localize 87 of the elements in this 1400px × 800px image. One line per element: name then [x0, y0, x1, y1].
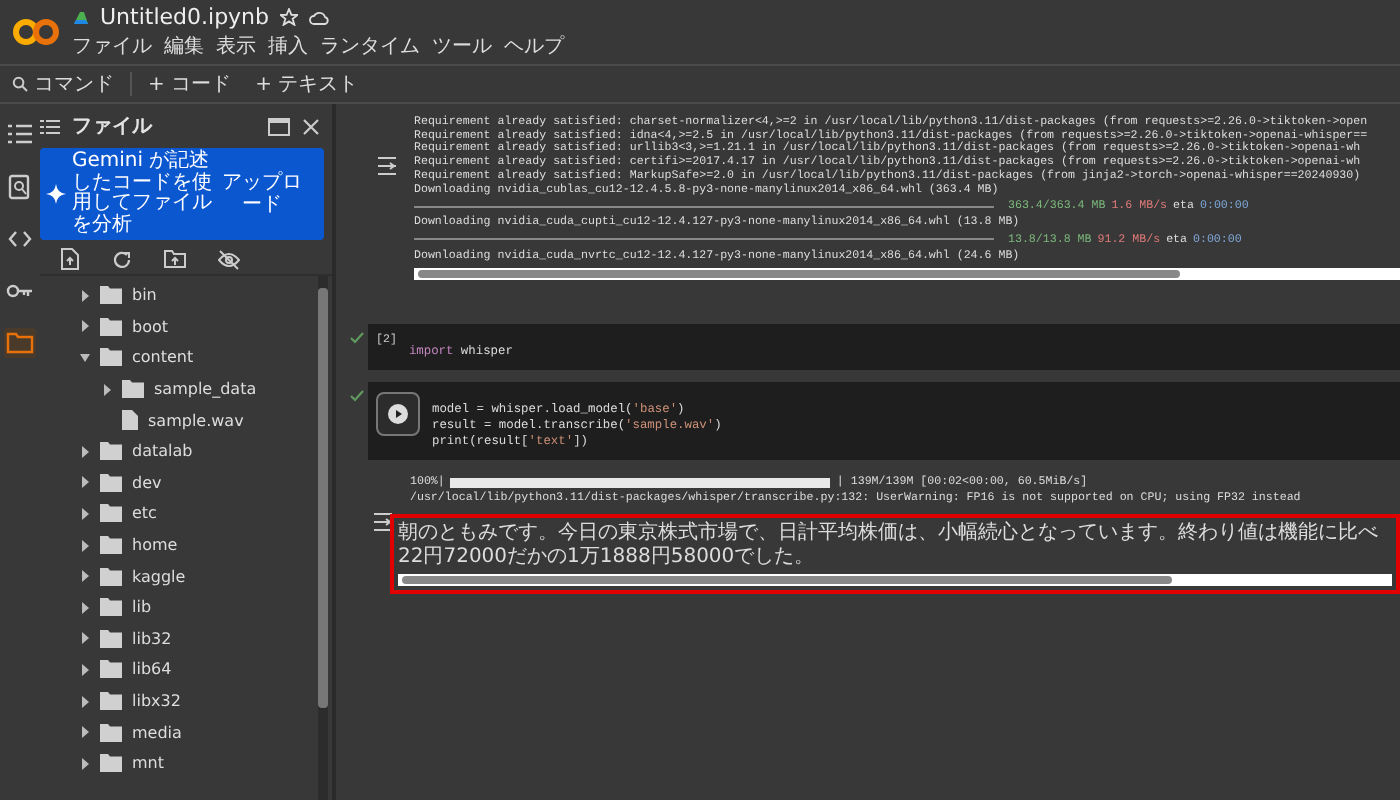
- caret-icon[interactable]: [80, 289, 90, 302]
- tree-item[interactable]: lib32: [132, 629, 172, 648]
- menu-item[interactable]: 編集: [164, 32, 204, 60]
- caret-icon[interactable]: [80, 351, 90, 364]
- tree-item[interactable]: home: [132, 536, 178, 555]
- search-icon: [12, 76, 28, 92]
- run-button[interactable]: [376, 392, 420, 436]
- upload-button[interactable]: アップロード: [222, 172, 302, 216]
- caret-icon[interactable]: [80, 726, 90, 739]
- caret-icon[interactable]: [80, 695, 90, 708]
- caret-icon[interactable]: [80, 445, 90, 458]
- tree-item[interactable]: dev: [132, 473, 162, 492]
- notebook-title[interactable]: Untitled0.ipynb: [100, 4, 270, 30]
- code-icon: [6, 226, 34, 252]
- menu-item[interactable]: ファイル: [72, 32, 152, 60]
- folder-icon: [100, 692, 122, 711]
- output-icon[interactable]: [376, 156, 398, 176]
- folder-upload-icon[interactable]: [164, 250, 186, 268]
- folder-icon: [100, 286, 122, 305]
- cloud-icon[interactable]: [307, 9, 330, 25]
- gemini-text: Gemini が記述したコードを使用してファイルを分析: [72, 152, 214, 236]
- tree-item[interactable]: media: [132, 723, 182, 742]
- menu-item[interactable]: 表示: [216, 32, 256, 60]
- close-icon[interactable]: [302, 117, 320, 135]
- drive-icon: [72, 9, 90, 25]
- list-icon: [6, 122, 34, 148]
- tree-item[interactable]: libx32: [132, 692, 181, 711]
- tree-item[interactable]: bin: [132, 286, 157, 305]
- folder-icon: [100, 567, 122, 586]
- folder-icon: [100, 629, 122, 648]
- caret-icon[interactable]: [80, 476, 90, 489]
- caret-icon[interactable]: [80, 601, 90, 614]
- add-cell-button[interactable]: + テキスト: [247, 68, 367, 100]
- transcription-text: 朝のともみです。今日の東京株式市場で、日計平均株価は、小幅続心となっています。終わり値は機能に比べ22円72000だかの1万1888円58000でした。: [398, 521, 1380, 570]
- tree-item[interactable]: sample.wav: [148, 411, 244, 430]
- sidebar-tab[interactable]: [4, 328, 36, 358]
- folder-icon: [100, 723, 122, 742]
- sparkle-icon: [46, 184, 66, 204]
- menu-item[interactable]: ヘルプ: [504, 32, 564, 60]
- file-icon: [122, 410, 138, 431]
- scrollbar[interactable]: [398, 573, 1392, 586]
- play-icon: [388, 404, 408, 424]
- tree-item[interactable]: datalab: [132, 442, 193, 461]
- folder-icon: [100, 473, 122, 492]
- menu-item[interactable]: 挿入: [268, 32, 308, 60]
- folder-icon: [100, 442, 122, 461]
- star-icon[interactable]: [279, 8, 298, 26]
- caret-icon[interactable]: [102, 383, 112, 396]
- folder-icon: [100, 660, 122, 679]
- caret-icon[interactable]: [80, 539, 90, 552]
- caret-icon[interactable]: [80, 320, 90, 333]
- file-upload-icon[interactable]: [60, 248, 80, 270]
- caret-icon[interactable]: [80, 507, 90, 520]
- add-cell-button[interactable]: + コード: [140, 68, 240, 100]
- tree-item[interactable]: sample_data: [154, 380, 257, 399]
- folder-icon: [100, 317, 122, 336]
- folder-icon: [122, 380, 144, 399]
- caret-icon[interactable]: [80, 570, 90, 583]
- tree-item[interactable]: content: [132, 348, 194, 367]
- output-icon[interactable]: [372, 512, 394, 532]
- caret-icon[interactable]: [80, 663, 90, 676]
- folder-icon: [100, 536, 122, 555]
- window-icon[interactable]: [268, 117, 290, 135]
- tree-item[interactable]: kaggle: [132, 567, 186, 586]
- tree-item[interactable]: lib64: [132, 660, 172, 679]
- scrollbar[interactable]: [414, 267, 1400, 280]
- document-search-icon: [6, 174, 34, 200]
- logo-icon: [12, 18, 60, 46]
- hidden-eye-icon[interactable]: [218, 249, 240, 269]
- refresh-icon[interactable]: [112, 249, 132, 269]
- scrollbar[interactable]: [318, 276, 328, 800]
- folder-icon: [100, 348, 122, 367]
- tree-item[interactable]: mnt: [132, 754, 164, 773]
- caret-icon[interactable]: [80, 757, 90, 770]
- menu-item[interactable]: ランタイム: [320, 32, 420, 60]
- tree-item[interactable]: boot: [132, 317, 169, 336]
- tree-item[interactable]: etc: [132, 504, 157, 523]
- command-button[interactable]: コマンド: [4, 68, 122, 100]
- folder-icon: [100, 504, 122, 523]
- caret-icon[interactable]: [80, 632, 90, 645]
- tree-item[interactable]: lib: [132, 598, 152, 617]
- folder-icon: [100, 598, 122, 617]
- panel-title: ファイル: [72, 114, 152, 140]
- menu-item[interactable]: ツール: [432, 32, 492, 60]
- list-icon: [40, 117, 60, 135]
- folder-icon: [6, 330, 34, 356]
- folder-icon: [100, 754, 122, 773]
